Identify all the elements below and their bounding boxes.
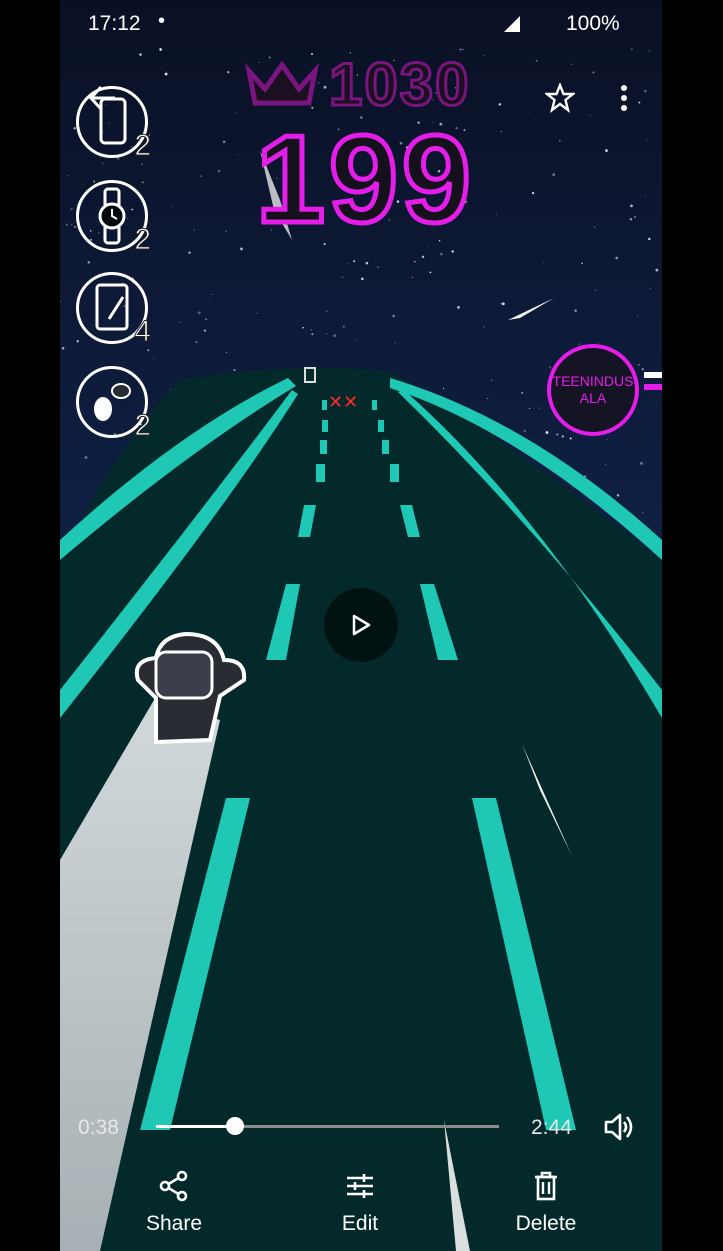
star-icon (545, 83, 575, 113)
total-duration: 2:44 (531, 1116, 572, 1139)
seek-progress (156, 1125, 235, 1128)
seek-thumb[interactable] (225, 1117, 244, 1135)
seek-bar[interactable] (156, 1117, 499, 1135)
powerup-watch: 2 (76, 180, 151, 257)
more-vert-icon (621, 85, 627, 111)
current-score: 199 (254, 111, 475, 249)
powerup-count: 2 (134, 409, 152, 443)
notification-dot-icon: • (158, 10, 166, 32)
trash-icon (535, 1171, 557, 1201)
powerup-earbuds: 2 (76, 366, 151, 443)
crown-icon (245, 60, 319, 106)
pink-bar (644, 384, 662, 390)
favorite-button[interactable] (540, 78, 580, 118)
share-icon (159, 1170, 188, 1202)
powerup-tablet: 4 (76, 272, 151, 349)
volume-button[interactable] (602, 1110, 638, 1146)
signal-icon (502, 14, 522, 40)
edit-button[interactable]: Edit (300, 1166, 420, 1236)
powerup-phone: 2 (76, 86, 151, 163)
zone-badge: TEENINDUS ALA (547, 344, 639, 436)
powerup-count: 2 (134, 223, 152, 257)
pink-bar (644, 372, 662, 378)
tune-icon (347, 1174, 373, 1198)
edit-label: Edit (341, 1212, 379, 1235)
share-label: Share (145, 1212, 203, 1235)
status-time: 17:12 (88, 12, 141, 35)
video-player-bar: 0:38 2:44 (60, 1106, 662, 1150)
volume-icon (604, 1113, 633, 1141)
bottom-action-bar: Share Edit Delete (60, 1166, 662, 1251)
more-options-button[interactable] (608, 78, 640, 118)
video-viewer: ✕✕ 17:12 • 100% 1030 199 2 2 4 2 TEENIND… (60, 0, 662, 1251)
battery-level: 100% (566, 12, 620, 35)
obstacle-marks: ✕✕ (328, 392, 358, 413)
share-button[interactable]: Share (114, 1166, 234, 1236)
best-score-value: 1030 (327, 49, 471, 119)
delete-button[interactable]: Delete (486, 1166, 606, 1236)
play-button[interactable] (324, 588, 398, 662)
powerup-count: 4 (134, 315, 152, 349)
delete-label: Delete (515, 1212, 577, 1235)
elapsed-time: 0:38 (78, 1116, 119, 1139)
status-bar: 17:12 • 100% (60, 0, 662, 48)
powerup-count: 2 (134, 129, 152, 163)
best-score: 1030 (245, 49, 471, 119)
play-icon (352, 614, 371, 636)
